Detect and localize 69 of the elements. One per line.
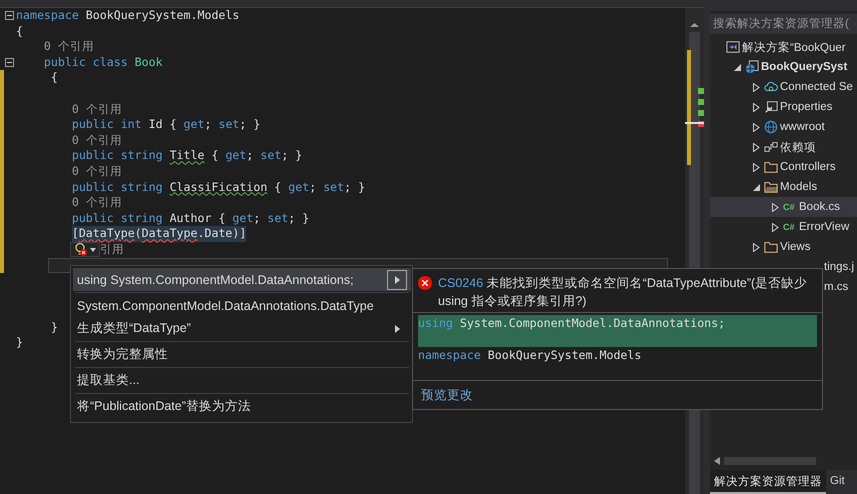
tree-item[interactable]: Models: [710, 177, 857, 197]
collapsed-arrow-icon[interactable]: [752, 162, 760, 172]
reference-count: 0 个引用: [72, 102, 122, 118]
tree-item[interactable]: 解决方案“BookQuer: [710, 37, 857, 57]
tree-item[interactable]: Views: [710, 237, 857, 257]
code-line: namespace BookQuerySystem.Models: [16, 8, 240, 24]
tree-item[interactable]: Controllers: [710, 157, 857, 177]
tree-item[interactable]: Connected Se: [710, 77, 857, 97]
reference-count: 0 个引用: [72, 195, 122, 211]
error-icon: [418, 276, 432, 290]
web-project-icon: [745, 60, 759, 74]
reference-count: 引用: [100, 242, 124, 258]
menu-item[interactable]: System.ComponentModel.DataAnnotations.DataType: [73, 294, 411, 317]
collapsed-arrow-icon[interactable]: [772, 222, 778, 232]
collapse-icon[interactable]: [5, 11, 14, 20]
collapsed-arrow-icon[interactable]: [752, 82, 760, 92]
tree-item[interactable]: C# Book.cs: [710, 197, 857, 217]
tree-item[interactable]: BookQuerySyst: [710, 57, 857, 77]
tree-item[interactable]: wwwroot: [710, 117, 857, 137]
open-folder-icon: [764, 180, 778, 194]
code-line: }: [16, 335, 23, 352]
expanded-arrow-icon[interactable]: [752, 184, 760, 190]
expanded-arrow-icon[interactable]: [734, 64, 740, 70]
folder-icon: [764, 240, 778, 254]
reference-count: 0 个引用: [72, 132, 122, 148]
tree-item[interactable]: Properties: [710, 97, 857, 117]
lightbulb-error-icon: [74, 242, 88, 258]
search-field[interactable]: 搜索解决方案资源管理器(: [710, 14, 857, 34]
wrench-icon: [764, 100, 778, 114]
dependencies-icon: [764, 140, 778, 154]
caret-icon: [90, 248, 96, 252]
collapsed-arrow-icon[interactable]: [752, 102, 760, 112]
code-line: public string Author { get; set; }: [72, 210, 310, 226]
scroll-left-icon[interactable]: [714, 457, 720, 465]
globe-icon: [764, 120, 778, 134]
solution-icon: [726, 40, 740, 54]
tree-item[interactable]: 依赖项: [710, 137, 857, 157]
code-line: public string ClassiFication { get; set; }: [72, 180, 366, 196]
error-message: CS0246 未能找到类型或命名空间名“DataTypeAttribute”(是否缺少 using 指令或程序集引用?): [438, 275, 808, 310]
collapsed-arrow-icon[interactable]: [752, 242, 760, 252]
code-line: public class Book: [44, 54, 163, 70]
menu-item[interactable]: 转换为完整属性: [73, 343, 411, 366]
preview-changes-link[interactable]: 预览更改: [421, 386, 473, 404]
reference-count: 0 个引用: [72, 164, 122, 180]
tree-item[interactable]: m.cs: [824, 281, 848, 293]
code-line: {: [50, 70, 58, 86]
diff-line: namespace BookQuerySystem.Models: [418, 347, 642, 364]
csharp-file-icon: C#: [783, 222, 797, 232]
error-code-link[interactable]: CS0246: [438, 276, 484, 290]
menu-item[interactable]: using System.ComponentModel.DataAnnotations;: [73, 268, 411, 291]
folder-icon: [764, 160, 778, 174]
collapsed-arrow-icon[interactable]: [772, 202, 778, 212]
cloud-icon: [764, 80, 778, 94]
menu-item[interactable]: 生成类型“DataType”: [73, 317, 411, 340]
collapse-icon[interactable]: [5, 58, 14, 67]
reference-count: 0 个引用: [44, 39, 94, 55]
code-line: }: [50, 320, 58, 336]
tree-item[interactable]: tings.j: [824, 261, 854, 273]
collapsed-arrow-icon[interactable]: [752, 142, 760, 152]
menu-item[interactable]: 提取基类...: [73, 369, 411, 392]
menu-item[interactable]: 将“PublicationDate”替换为方法: [73, 395, 411, 418]
code-line: public int Id { get; set; }: [72, 117, 260, 133]
code-line: {: [16, 24, 23, 40]
lightbulb-button[interactable]: [70, 242, 100, 258]
csharp-file-icon: C#: [783, 202, 797, 212]
tree-item[interactable]: C# ErrorView: [710, 217, 857, 237]
code-line: public string Title { get; set; }: [72, 148, 302, 164]
panel-tab[interactable]: 解决方案资源管理器: [710, 470, 826, 494]
collapsed-arrow-icon[interactable]: [752, 122, 760, 132]
